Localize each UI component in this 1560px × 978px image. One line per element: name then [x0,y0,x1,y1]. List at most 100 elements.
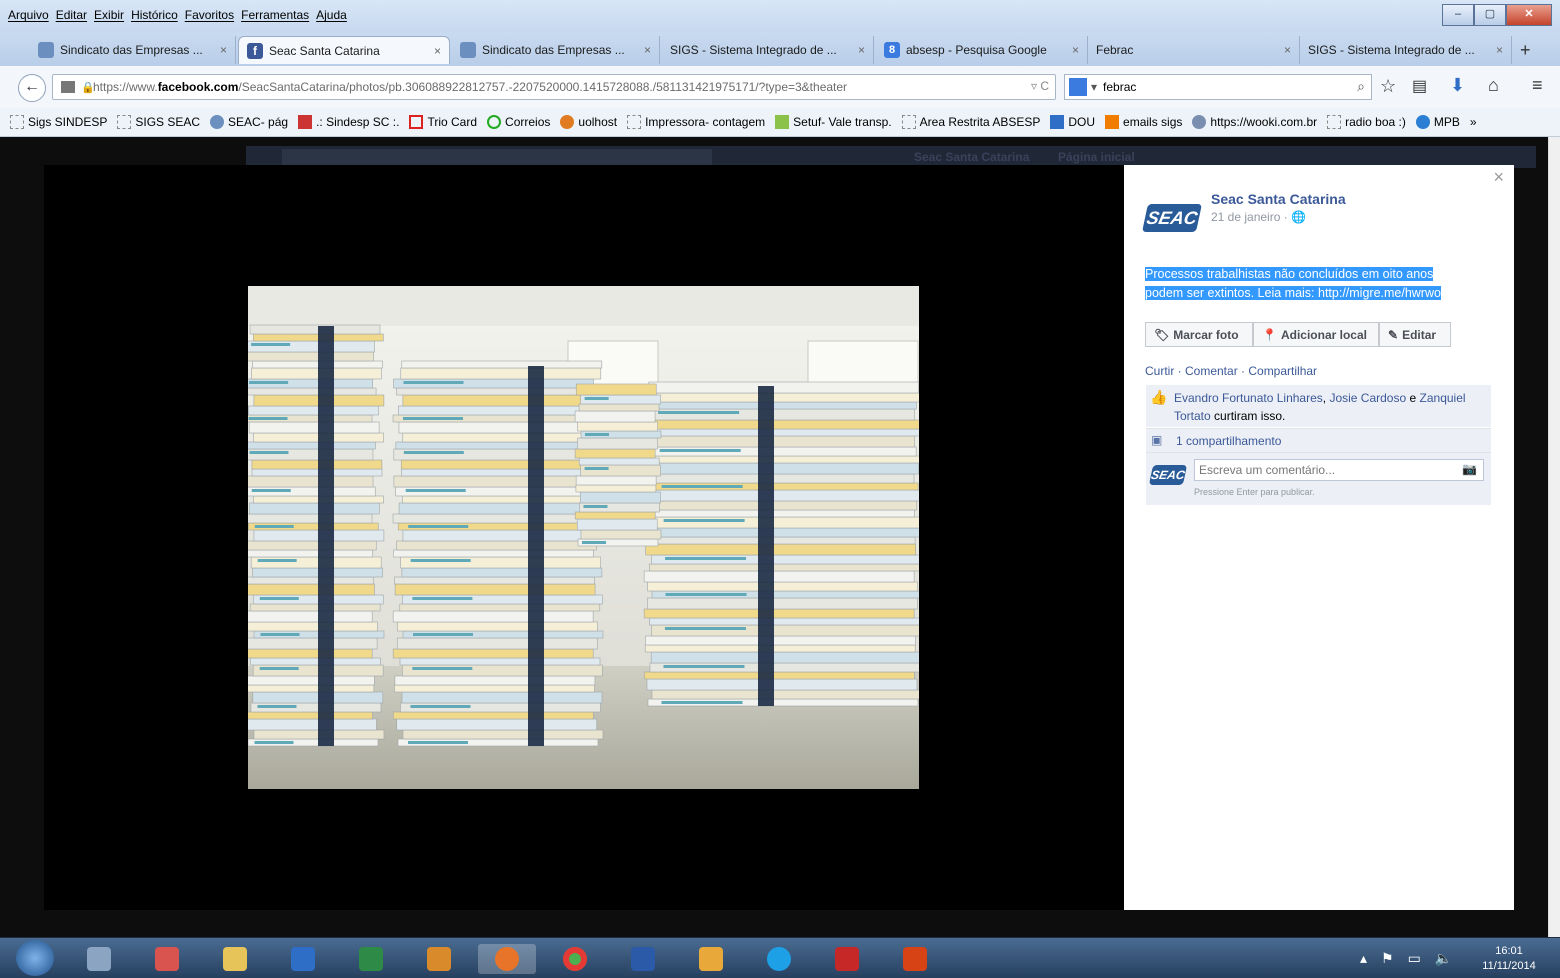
bookmark-star-icon[interactable]: ☆ [1380,76,1396,97]
menu-icon[interactable]: ≡ [1532,75,1543,96]
post-text: Processos trabalhistas não concluídos em… [1145,267,1441,300]
close-window-button[interactable]: ✕ [1506,4,1552,26]
taskbar-app-skype[interactable] [750,944,808,974]
share-icon: ▣ [1151,433,1163,447]
liker-link[interactable]: Josie Cardoso [1329,391,1406,405]
page-name-link[interactable]: Seac Santa Catarina [1211,191,1346,207]
like-icon: 👍 [1150,389,1168,405]
bookmarks-bar: Sigs SINDESP SIGS SEAC SEAC- pág .: Sind… [0,108,1560,137]
bookmark-item[interactable]: uolhost [560,115,617,129]
menu-ferramentas[interactable]: Ferramentas [241,8,309,22]
menu-arquivo[interactable]: Arquivo [8,8,49,22]
folders-photo-illustration [248,286,919,789]
tag-photo-button[interactable]: 🏷 Marcar foto [1145,322,1253,347]
bookmark-item[interactable]: emails sigs [1105,115,1182,129]
taskbar-app-excel[interactable] [342,944,400,974]
shares-panel: ▣ 1 compartilhamento [1146,428,1491,453]
navigation-bar: ← 🔒 https://www. facebook.com/SeacSantaCa… [0,66,1560,109]
close-tab-icon[interactable]: × [858,43,865,57]
bookmark-item[interactable]: Area Restrita ABSESP [901,115,1040,129]
bookmark-item[interactable]: radio boa :) [1327,115,1406,129]
facebook-page-link[interactable]: Seac Santa Catarina [914,150,1029,164]
bookmark-item[interactable]: SEAC- pág [210,115,288,129]
tab-sigs-1[interactable]: SIGS - Sistema Integrado de ... × [662,36,874,64]
bookmark-item[interactable]: DOU [1050,115,1095,129]
taskbar-app-chrome[interactable] [546,944,604,974]
tab-seac-santa-catarina[interactable]: f Seac Santa Catarina × [238,36,450,64]
close-tab-icon[interactable]: × [220,43,227,57]
taskbar-app-computer[interactable] [70,944,128,974]
system-clock[interactable]: 16:01 11/11/2014 [1474,944,1544,974]
post-actions[interactable]: Curtir · Comentar · Compartilhar [1145,364,1317,378]
facebook-home-link[interactable]: Página inicial [1058,150,1135,164]
google-icon [1069,78,1087,96]
bookmark-item[interactable]: Impressora- contagem [627,115,765,129]
taskbar-app-presentation[interactable] [886,944,944,974]
close-tab-icon[interactable]: × [644,43,651,57]
pencil-icon: ✎ [1388,327,1399,342]
bookmark-item[interactable]: MPB [1415,115,1460,129]
taskbar-app-explorer[interactable] [206,944,264,974]
menu-editar[interactable]: Editar [56,8,87,22]
edit-button[interactable]: ✎ Editar [1379,322,1451,347]
close-tab-icon[interactable]: × [1496,43,1503,57]
tab-febrac[interactable]: Febrac × [1088,36,1300,64]
menu-historico[interactable]: Histórico [131,8,178,22]
start-button[interactable] [16,940,54,976]
menu-ajuda[interactable]: Ajuda [316,8,347,22]
page-scrollbar[interactable] [1548,137,1560,937]
url-bar[interactable]: 🔒 https://www. facebook.com/SeacSantaCata… [52,74,1056,100]
bookmark-item[interactable]: Setuf- Vale transp. [775,115,892,129]
taskbar-app-mail[interactable] [682,944,740,974]
lock-icon: 🔒 [81,82,95,94]
page-icon [61,81,75,93]
taskbar-app-media[interactable] [274,944,332,974]
taskbar-app-acrobat[interactable] [818,944,876,974]
close-viewer-button[interactable]: × [1493,167,1504,188]
post-date[interactable]: 21 de janeiro · [1211,210,1291,224]
tab-sigs-2[interactable]: SIGS - Sistema Integrado de ... × [1300,36,1512,64]
bookmark-item[interactable]: Trio Card [409,115,477,129]
commenter-avatar: SEAC [1148,465,1188,485]
bookmark-item[interactable]: .: Sindesp SC :. [298,115,399,129]
bookmarks-list-icon[interactable]: ▤ [1412,76,1427,96]
tag-icon: 🏷 [1154,327,1170,342]
likes-panel: 👍 Evandro Fortunato Linhares, Josie Card… [1146,385,1491,427]
download-icon[interactable]: ⬇ [1450,75,1465,96]
menu-exibir[interactable]: Exibir [94,8,124,22]
taskbar-app-spreadsheet-red[interactable] [138,944,196,974]
bookmark-item[interactable]: Correios [487,115,550,129]
seac-logo[interactable]: SEAC [1142,204,1202,232]
taskbar-app-tools[interactable] [410,944,468,974]
bookmarks-overflow-button[interactable]: » [1470,115,1477,129]
post-photo[interactable] [248,286,919,789]
home-icon[interactable]: ⌂ [1488,75,1499,96]
close-tab-icon[interactable]: × [434,44,441,58]
add-location-button[interactable]: 📍 Adicionar local [1253,322,1379,347]
comment-input[interactable]: Escreva um comentário... 📷 [1194,459,1484,481]
maximize-button[interactable]: ▢ [1474,4,1506,26]
taskbar-app-word[interactable] [614,944,672,974]
facebook-search-input[interactable] [282,149,712,165]
menu-favoritos[interactable]: Favoritos [185,8,234,22]
tab-sindicato-2[interactable]: Sindicato das Empresas ... × [452,36,660,64]
liker-link[interactable]: Evandro Fortunato Linhares [1174,391,1323,405]
new-tab-button[interactable]: + [1520,40,1531,61]
shares-link[interactable]: 1 compartilhamento [1176,434,1281,448]
tab-absesp-google[interactable]: 8 absesp - Pesquisa Google × [876,36,1088,64]
bookmark-item[interactable]: https://wooki.com.br [1192,115,1317,129]
camera-icon[interactable]: 📷 [1462,462,1477,476]
system-tray-icons[interactable]: ▴⚑▭🔈 [1360,950,1466,967]
minimize-button[interactable]: – [1442,4,1474,26]
reload-icon[interactable]: ▿ C [1031,79,1049,93]
tab-sindicato-1[interactable]: Sindicato das Empresas ... × [30,36,236,64]
close-tab-icon[interactable]: × [1072,43,1079,57]
bookmark-item[interactable]: Sigs SINDESP [10,115,107,129]
globe-icon: 🌐 [1291,210,1307,224]
close-tab-icon[interactable]: × [1284,43,1291,57]
search-box[interactable]: ▾ febrac ⌕ [1064,74,1372,100]
search-icon[interactable]: ⌕ [1357,78,1365,95]
taskbar-app-firefox[interactable] [478,944,536,974]
back-button[interactable]: ← [18,74,46,102]
bookmark-item[interactable]: SIGS SEAC [117,115,200,129]
